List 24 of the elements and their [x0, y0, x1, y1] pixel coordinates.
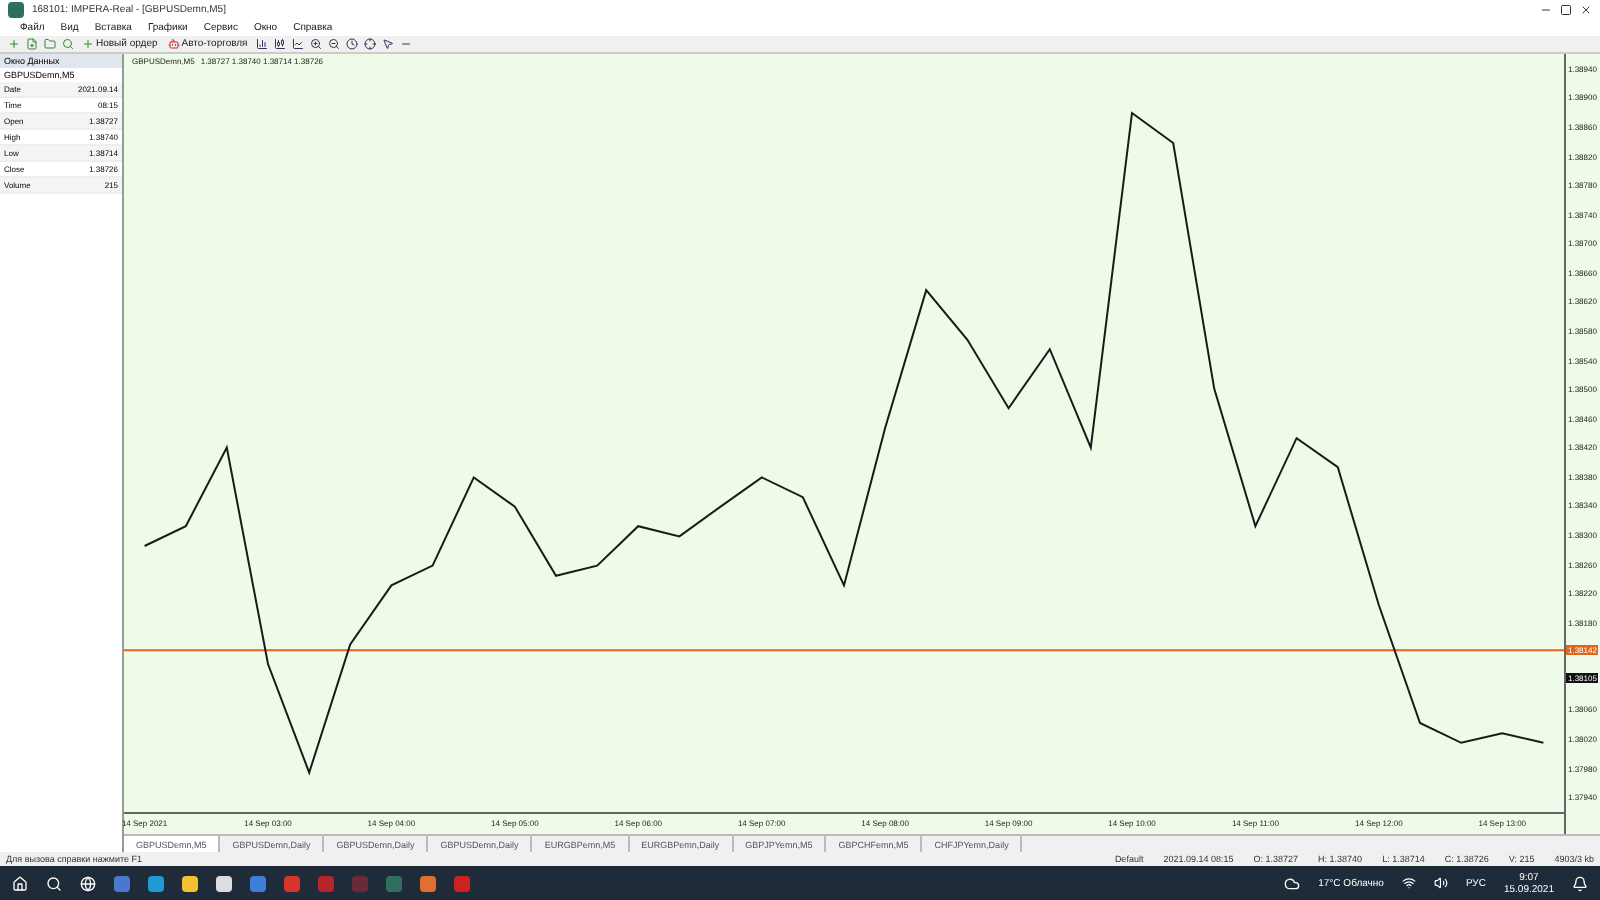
cursor-icon[interactable]	[381, 38, 394, 50]
zoom-in-icon[interactable]	[309, 38, 322, 50]
folder-icon[interactable]	[44, 38, 56, 50]
network-icon[interactable]	[1401, 876, 1416, 890]
start-icon[interactable]	[12, 875, 28, 891]
crosshair-icon[interactable]	[363, 38, 376, 50]
maximize-icon[interactable]	[1560, 4, 1572, 16]
globe-icon[interactable]	[80, 875, 96, 891]
clock-icon[interactable]	[345, 38, 358, 50]
new-file-icon[interactable]	[26, 38, 38, 50]
app-icon	[8, 2, 24, 18]
line-chart-icon[interactable]	[291, 38, 304, 50]
add-icon[interactable]	[8, 38, 20, 50]
cloud-icon[interactable]	[1284, 875, 1301, 891]
volume-icon[interactable]	[1433, 876, 1448, 890]
candlestick-icon[interactable]	[273, 38, 286, 50]
close-icon[interactable]	[1580, 4, 1592, 16]
notification-icon[interactable]	[1572, 875, 1588, 891]
line-tool-icon[interactable]	[399, 38, 412, 50]
zoom-out-icon[interactable]	[327, 38, 340, 50]
plus-icon	[82, 38, 94, 50]
bar-chart-icon[interactable]	[255, 38, 268, 50]
minimize-icon[interactable]	[1540, 4, 1552, 16]
robot-icon	[167, 38, 180, 50]
